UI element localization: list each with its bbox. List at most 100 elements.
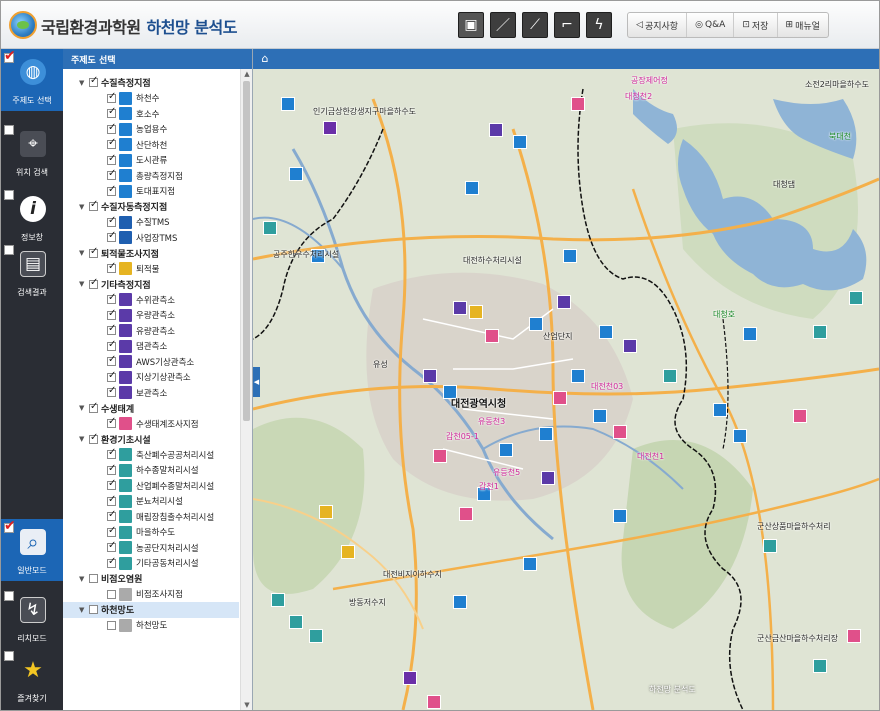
map-marker[interactable] — [459, 507, 473, 521]
home-icon[interactable]: ⌂ — [257, 51, 273, 67]
layer-checkbox[interactable] — [107, 168, 116, 181]
select-tool-icon[interactable]: ▣ — [458, 12, 484, 38]
map-marker[interactable] — [623, 339, 637, 353]
scroll-up-icon[interactable]: ▲ — [241, 70, 252, 78]
nav-richmode[interactable]: ↯ 리치모드 — [1, 587, 63, 649]
notice-link[interactable]: ◁ 공지사항 — [628, 13, 688, 37]
layer-checkbox[interactable] — [89, 277, 98, 289]
map-marker[interactable] — [453, 301, 467, 315]
scroll-thumb[interactable] — [243, 81, 250, 421]
tree-scrollbar[interactable]: ▲ ▼ — [240, 69, 252, 710]
layer-checkbox[interactable] — [107, 620, 116, 630]
tree-item[interactable]: 보관측소 — [63, 385, 239, 401]
tree-group[interactable]: ▼ 기타측정지점 — [63, 277, 239, 293]
tree-item[interactable]: 댐관측소 — [63, 339, 239, 355]
map-marker[interactable] — [813, 659, 827, 673]
map-marker[interactable] — [465, 181, 479, 195]
tree-item[interactable]: 분뇨처리시설 — [63, 494, 239, 510]
layer-checkbox[interactable] — [107, 184, 116, 196]
map-marker[interactable] — [289, 615, 303, 629]
map-marker[interactable] — [433, 449, 447, 463]
map-marker[interactable] — [539, 427, 553, 441]
nav-search-results[interactable]: ▤ 검색결과 — [1, 241, 63, 303]
tree-group[interactable]: ▼ 수질자동측정지점 — [63, 199, 239, 215]
map-marker[interactable] — [813, 325, 827, 339]
map-marker[interactable] — [513, 135, 527, 149]
layer-checkbox[interactable] — [107, 494, 116, 506]
lightning-tool-icon[interactable]: ϟ — [586, 12, 612, 38]
tree-item[interactable]: 기타공동처리시설 — [63, 556, 239, 572]
map-marker[interactable] — [663, 369, 677, 383]
expand-toggle-icon[interactable]: ▼ — [79, 575, 87, 583]
nav-checkbox[interactable] — [4, 591, 14, 601]
layer-checkbox[interactable] — [89, 75, 98, 88]
layer-checkbox[interactable] — [107, 525, 116, 537]
nav-location-search[interactable]: ⌖ 위치 검색 — [1, 121, 63, 183]
layer-checkbox[interactable] — [107, 91, 116, 103]
layer-checkbox[interactable] — [107, 215, 116, 227]
map-marker[interactable] — [529, 317, 543, 331]
map-marker[interactable] — [489, 123, 503, 137]
map-marker[interactable] — [553, 391, 567, 405]
layer-checkbox[interactable] — [107, 370, 116, 382]
tree-group[interactable]: ▼ 하천망도 — [63, 602, 239, 618]
layer-checkbox[interactable] — [107, 122, 116, 134]
layer-checkbox[interactable] — [107, 292, 116, 305]
nav-checkbox[interactable] — [4, 245, 14, 255]
layer-checkbox[interactable] — [107, 463, 116, 475]
map-marker[interactable] — [403, 671, 417, 685]
nav-checkbox[interactable] — [4, 48, 16, 64]
layer-checkbox[interactable] — [89, 246, 98, 258]
layer-checkbox[interactable] — [107, 137, 116, 150]
nav-checkbox[interactable] — [4, 518, 16, 534]
line-tool-icon[interactable]: ⟋ — [522, 12, 548, 38]
layer-checkbox[interactable] — [107, 106, 116, 119]
layer-checkbox[interactable] — [89, 199, 98, 212]
tree-item[interactable]: 산업폐수종말처리시설 — [63, 478, 239, 494]
nav-favorites[interactable]: ★ 즐겨찾기 — [1, 647, 63, 709]
tree-item[interactable]: 토대표지점 — [63, 184, 239, 200]
layer-checkbox[interactable] — [107, 540, 116, 553]
layer-checkbox[interactable] — [107, 339, 116, 351]
map-marker[interactable] — [499, 443, 513, 457]
tree-group[interactable]: ▼ 퇴적물조사지점 — [63, 246, 239, 262]
map-marker[interactable] — [523, 557, 537, 571]
map-marker[interactable] — [423, 369, 437, 383]
nav-general-mode[interactable]: ⌕ 일반모드 — [1, 518, 63, 581]
layer-checkbox[interactable] — [107, 308, 116, 320]
tree-item[interactable]: 호소수 — [63, 106, 239, 122]
tree-group[interactable]: ▼ 수질측정지점 — [63, 75, 239, 91]
nav-checkbox[interactable] — [4, 651, 14, 661]
layer-checkbox[interactable] — [89, 401, 98, 413]
nav-info[interactable]: i 정보창 — [1, 186, 63, 248]
qna-link[interactable]: ◎ Q&A — [687, 13, 735, 37]
layer-checkbox[interactable] — [107, 416, 116, 429]
map-marker[interactable] — [341, 545, 355, 559]
scroll-down-icon[interactable]: ▼ — [241, 701, 252, 709]
tree-group[interactable]: ▼ 비점오염원 — [63, 571, 239, 587]
map-view[interactable]: ⌂ ◀ 대전광역시청 인기금상한강생지구마을하수도 대전하수처리시설 대청댐 산… — [253, 49, 879, 710]
map-marker[interactable] — [599, 325, 613, 339]
tree-item[interactable]: 유량관측소 — [63, 323, 239, 339]
expand-toggle-icon[interactable]: ▼ — [79, 435, 87, 443]
tree-group[interactable]: ▼ 환경기초시설 — [63, 432, 239, 448]
layer-checkbox[interactable] — [107, 556, 116, 568]
map-marker[interactable] — [571, 97, 585, 111]
map-marker[interactable] — [847, 629, 861, 643]
map-marker[interactable] — [763, 539, 777, 553]
map-marker[interactable] — [613, 425, 627, 439]
tree-item[interactable]: 매립장침출수처리시설 — [63, 509, 239, 525]
pen-tool-icon[interactable]: ／ — [490, 12, 516, 38]
tree-item[interactable]: 하천망도 — [63, 618, 239, 634]
nav-theme-select[interactable]: ◍ 주제도 선택 — [1, 48, 63, 111]
map-marker[interactable] — [427, 695, 441, 709]
tree-item[interactable]: 마을하수도 — [63, 525, 239, 541]
layer-checkbox[interactable] — [89, 605, 98, 615]
map-marker[interactable] — [743, 327, 757, 341]
map-marker[interactable] — [271, 593, 285, 607]
map-marker[interactable] — [541, 471, 555, 485]
layer-checkbox[interactable] — [89, 574, 98, 584]
map-marker[interactable] — [469, 305, 483, 319]
map-marker[interactable] — [793, 409, 807, 423]
map-marker[interactable] — [849, 291, 863, 305]
